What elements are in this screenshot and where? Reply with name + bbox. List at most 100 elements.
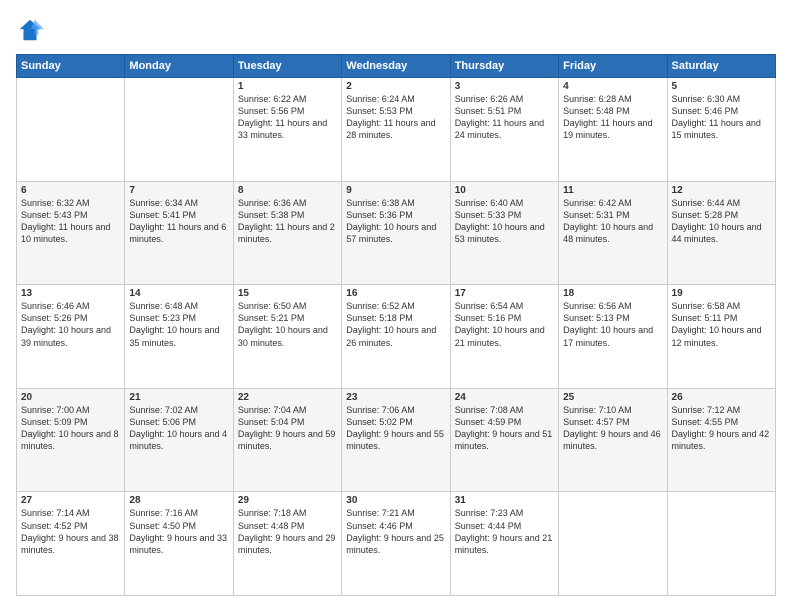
day-info: Sunrise: 7:08 AM Sunset: 4:59 PM Dayligh… [455, 404, 554, 453]
day-info: Sunrise: 7:06 AM Sunset: 5:02 PM Dayligh… [346, 404, 445, 453]
calendar-cell: 8Sunrise: 6:36 AM Sunset: 5:38 PM Daylig… [233, 181, 341, 285]
day-number: 10 [455, 185, 554, 196]
day-info: Sunrise: 7:21 AM Sunset: 4:46 PM Dayligh… [346, 507, 445, 556]
day-number: 13 [21, 288, 120, 299]
day-number: 27 [21, 495, 120, 506]
calendar-cell: 17Sunrise: 6:54 AM Sunset: 5:16 PM Dayli… [450, 285, 558, 389]
day-number: 15 [238, 288, 337, 299]
day-number: 5 [672, 81, 771, 92]
calendar-cell [17, 78, 125, 182]
calendar-table: SundayMondayTuesdayWednesdayThursdayFrid… [16, 54, 776, 596]
day-number: 21 [129, 392, 228, 403]
calendar-cell: 22Sunrise: 7:04 AM Sunset: 5:04 PM Dayli… [233, 388, 341, 492]
day-info: Sunrise: 6:28 AM Sunset: 5:48 PM Dayligh… [563, 93, 662, 142]
calendar-week-row: 27Sunrise: 7:14 AM Sunset: 4:52 PM Dayli… [17, 492, 776, 596]
calendar-cell: 31Sunrise: 7:23 AM Sunset: 4:44 PM Dayli… [450, 492, 558, 596]
calendar-cell: 28Sunrise: 7:16 AM Sunset: 4:50 PM Dayli… [125, 492, 233, 596]
logo [16, 16, 48, 44]
calendar-cell [559, 492, 667, 596]
calendar-cell: 19Sunrise: 6:58 AM Sunset: 5:11 PM Dayli… [667, 285, 775, 389]
day-info: Sunrise: 7:12 AM Sunset: 4:55 PM Dayligh… [672, 404, 771, 453]
calendar-cell: 2Sunrise: 6:24 AM Sunset: 5:53 PM Daylig… [342, 78, 450, 182]
calendar-cell: 5Sunrise: 6:30 AM Sunset: 5:46 PM Daylig… [667, 78, 775, 182]
day-info: Sunrise: 6:30 AM Sunset: 5:46 PM Dayligh… [672, 93, 771, 142]
day-number: 29 [238, 495, 337, 506]
day-number: 8 [238, 185, 337, 196]
day-number: 7 [129, 185, 228, 196]
day-number: 26 [672, 392, 771, 403]
weekday-header-thursday: Thursday [450, 55, 558, 78]
page: SundayMondayTuesdayWednesdayThursdayFrid… [0, 0, 792, 612]
calendar-cell: 24Sunrise: 7:08 AM Sunset: 4:59 PM Dayli… [450, 388, 558, 492]
day-number: 28 [129, 495, 228, 506]
calendar-cell: 14Sunrise: 6:48 AM Sunset: 5:23 PM Dayli… [125, 285, 233, 389]
calendar-cell: 21Sunrise: 7:02 AM Sunset: 5:06 PM Dayli… [125, 388, 233, 492]
weekday-header-row: SundayMondayTuesdayWednesdayThursdayFrid… [17, 55, 776, 78]
day-info: Sunrise: 7:16 AM Sunset: 4:50 PM Dayligh… [129, 507, 228, 556]
day-number: 4 [563, 81, 662, 92]
day-info: Sunrise: 7:00 AM Sunset: 5:09 PM Dayligh… [21, 404, 120, 453]
day-number: 16 [346, 288, 445, 299]
day-info: Sunrise: 6:34 AM Sunset: 5:41 PM Dayligh… [129, 197, 228, 246]
day-number: 9 [346, 185, 445, 196]
day-number: 12 [672, 185, 771, 196]
weekday-header-wednesday: Wednesday [342, 55, 450, 78]
day-info: Sunrise: 6:46 AM Sunset: 5:26 PM Dayligh… [21, 300, 120, 349]
day-info: Sunrise: 6:50 AM Sunset: 5:21 PM Dayligh… [238, 300, 337, 349]
day-number: 18 [563, 288, 662, 299]
day-info: Sunrise: 6:52 AM Sunset: 5:18 PM Dayligh… [346, 300, 445, 349]
day-info: Sunrise: 7:18 AM Sunset: 4:48 PM Dayligh… [238, 507, 337, 556]
calendar-cell: 20Sunrise: 7:00 AM Sunset: 5:09 PM Dayli… [17, 388, 125, 492]
day-info: Sunrise: 6:40 AM Sunset: 5:33 PM Dayligh… [455, 197, 554, 246]
day-number: 3 [455, 81, 554, 92]
day-number: 19 [672, 288, 771, 299]
calendar-week-row: 1Sunrise: 6:22 AM Sunset: 5:56 PM Daylig… [17, 78, 776, 182]
day-number: 22 [238, 392, 337, 403]
day-info: Sunrise: 6:36 AM Sunset: 5:38 PM Dayligh… [238, 197, 337, 246]
day-number: 23 [346, 392, 445, 403]
day-info: Sunrise: 6:42 AM Sunset: 5:31 PM Dayligh… [563, 197, 662, 246]
day-info: Sunrise: 7:02 AM Sunset: 5:06 PM Dayligh… [129, 404, 228, 453]
calendar-cell [667, 492, 775, 596]
calendar-cell: 27Sunrise: 7:14 AM Sunset: 4:52 PM Dayli… [17, 492, 125, 596]
calendar-cell: 1Sunrise: 6:22 AM Sunset: 5:56 PM Daylig… [233, 78, 341, 182]
calendar-cell: 4Sunrise: 6:28 AM Sunset: 5:48 PM Daylig… [559, 78, 667, 182]
calendar-cell: 15Sunrise: 6:50 AM Sunset: 5:21 PM Dayli… [233, 285, 341, 389]
day-number: 30 [346, 495, 445, 506]
day-info: Sunrise: 6:58 AM Sunset: 5:11 PM Dayligh… [672, 300, 771, 349]
weekday-header-saturday: Saturday [667, 55, 775, 78]
day-number: 14 [129, 288, 228, 299]
calendar-cell: 30Sunrise: 7:21 AM Sunset: 4:46 PM Dayli… [342, 492, 450, 596]
day-number: 25 [563, 392, 662, 403]
day-number: 2 [346, 81, 445, 92]
calendar-cell: 11Sunrise: 6:42 AM Sunset: 5:31 PM Dayli… [559, 181, 667, 285]
calendar-cell: 6Sunrise: 6:32 AM Sunset: 5:43 PM Daylig… [17, 181, 125, 285]
day-info: Sunrise: 7:10 AM Sunset: 4:57 PM Dayligh… [563, 404, 662, 453]
weekday-header-tuesday: Tuesday [233, 55, 341, 78]
day-number: 31 [455, 495, 554, 506]
day-info: Sunrise: 6:24 AM Sunset: 5:53 PM Dayligh… [346, 93, 445, 142]
calendar-cell: 25Sunrise: 7:10 AM Sunset: 4:57 PM Dayli… [559, 388, 667, 492]
day-info: Sunrise: 6:54 AM Sunset: 5:16 PM Dayligh… [455, 300, 554, 349]
calendar-cell: 10Sunrise: 6:40 AM Sunset: 5:33 PM Dayli… [450, 181, 558, 285]
calendar-cell: 13Sunrise: 6:46 AM Sunset: 5:26 PM Dayli… [17, 285, 125, 389]
day-info: Sunrise: 7:04 AM Sunset: 5:04 PM Dayligh… [238, 404, 337, 453]
calendar-cell: 9Sunrise: 6:38 AM Sunset: 5:36 PM Daylig… [342, 181, 450, 285]
calendar-week-row: 20Sunrise: 7:00 AM Sunset: 5:09 PM Dayli… [17, 388, 776, 492]
calendar-week-row: 6Sunrise: 6:32 AM Sunset: 5:43 PM Daylig… [17, 181, 776, 285]
day-info: Sunrise: 6:56 AM Sunset: 5:13 PM Dayligh… [563, 300, 662, 349]
day-number: 24 [455, 392, 554, 403]
day-info: Sunrise: 6:26 AM Sunset: 5:51 PM Dayligh… [455, 93, 554, 142]
weekday-header-monday: Monday [125, 55, 233, 78]
day-info: Sunrise: 6:48 AM Sunset: 5:23 PM Dayligh… [129, 300, 228, 349]
weekday-header-friday: Friday [559, 55, 667, 78]
calendar-cell: 26Sunrise: 7:12 AM Sunset: 4:55 PM Dayli… [667, 388, 775, 492]
calendar-cell: 7Sunrise: 6:34 AM Sunset: 5:41 PM Daylig… [125, 181, 233, 285]
day-number: 11 [563, 185, 662, 196]
calendar-cell [125, 78, 233, 182]
day-number: 1 [238, 81, 337, 92]
header [16, 16, 776, 44]
day-info: Sunrise: 6:32 AM Sunset: 5:43 PM Dayligh… [21, 197, 120, 246]
day-number: 17 [455, 288, 554, 299]
calendar-cell: 12Sunrise: 6:44 AM Sunset: 5:28 PM Dayli… [667, 181, 775, 285]
